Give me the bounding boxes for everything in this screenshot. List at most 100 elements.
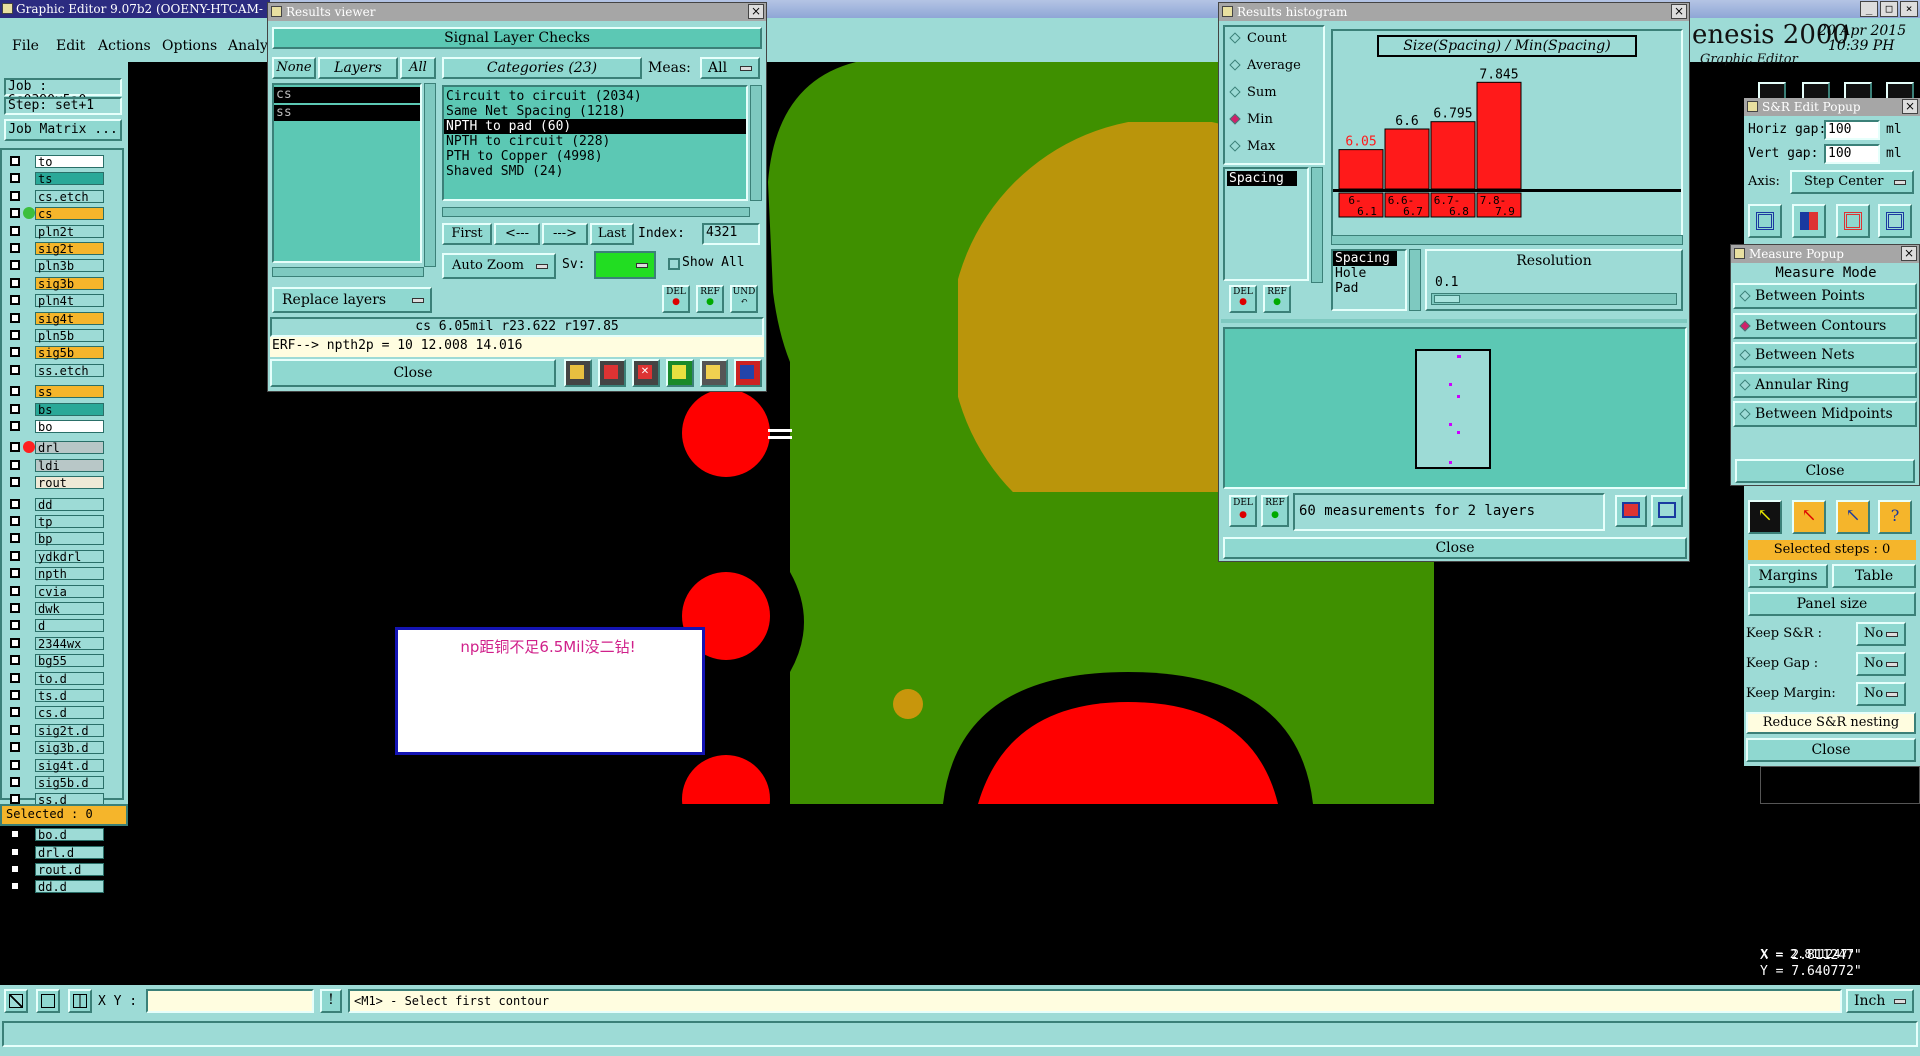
layer-name[interactable]: pln2t — [35, 224, 104, 238]
layer-checkbox[interactable] — [10, 672, 20, 683]
layer-checkbox[interactable] — [10, 208, 20, 219]
category-item[interactable]: Circuit to circuit (2034) — [444, 89, 746, 104]
radio-icon[interactable] — [1229, 59, 1241, 71]
pointer-icon[interactable]: ↖ — [1748, 500, 1782, 534]
layer-checkbox[interactable] — [10, 881, 20, 892]
layer-checkbox[interactable] — [10, 846, 20, 857]
measure-icon[interactable] — [36, 989, 60, 1013]
layer-name[interactable]: drl.d — [35, 845, 104, 859]
spacing-list-item[interactable]: Spacing — [1227, 171, 1297, 186]
layer-name[interactable]: dd.d — [35, 880, 104, 894]
unit-select[interactable]: Inch — [1846, 989, 1914, 1013]
menu-analysis[interactable]: Analy — [228, 38, 268, 54]
layer-checkbox[interactable] — [10, 585, 20, 596]
layer-name[interactable]: cvia — [35, 584, 104, 598]
preview-del-button[interactable]: DEL ● — [1229, 495, 1257, 527]
layer-row-2344wx[interactable]: 2344wx — [8, 636, 104, 651]
grid-red-icon[interactable] — [1792, 204, 1826, 238]
zoom-to-icon[interactable] — [1615, 495, 1647, 527]
histogram-icon[interactable] — [734, 359, 762, 387]
radio-icon[interactable] — [1229, 140, 1241, 152]
layer-checkbox[interactable] — [10, 477, 20, 488]
layer-name[interactable]: drl — [35, 441, 104, 455]
layer-row-to[interactable]: to — [8, 154, 104, 169]
hist-ref-button[interactable]: REF ● — [1263, 285, 1291, 313]
xy-input[interactable] — [146, 989, 314, 1013]
layer-row-pln3b[interactable]: pln3b — [8, 258, 104, 273]
index-input[interactable]: 4321 — [702, 223, 760, 245]
layer-checkbox[interactable] — [10, 777, 20, 787]
layer-checkbox[interactable] — [10, 277, 20, 288]
command-line[interactable] — [2, 1021, 1918, 1047]
layer-row-bo[interactable]: bo — [8, 419, 104, 434]
hgap-input[interactable]: 100 — [1824, 120, 1880, 140]
layer-row-sig4t[interactable]: sig4t — [8, 311, 104, 326]
layer-row-ss-etch[interactable]: ss.etch — [8, 363, 104, 378]
preview-ref-button[interactable]: REF ● — [1261, 495, 1289, 527]
layer-row-pln5b[interactable]: pln5b — [8, 328, 104, 343]
radio-icon[interactable] — [1739, 349, 1751, 361]
tool-icon-2[interactable] — [598, 359, 626, 387]
tool-icon-4[interactable] — [666, 359, 694, 387]
layer-checkbox[interactable] — [10, 295, 20, 306]
histogram-bar[interactable] — [1384, 128, 1430, 190]
layer-row-ydkdrl[interactable]: ydkdrl — [8, 549, 104, 564]
layer-row-tp[interactable]: tp — [8, 514, 104, 529]
histogram-mode-average[interactable]: Average — [1229, 58, 1301, 73]
show-all-checkbox[interactable] — [668, 258, 680, 270]
layer-row-ts[interactable]: ts — [8, 171, 104, 186]
measure-mode-between-contours[interactable]: Between Contours — [1733, 312, 1917, 339]
menu-edit[interactable]: Edit — [56, 38, 85, 54]
layer-checkbox[interactable] — [10, 312, 20, 323]
next-button[interactable]: ---> — [542, 223, 588, 245]
layer-row-rout[interactable]: rout — [8, 475, 104, 490]
layer-list-hscroll[interactable] — [272, 267, 424, 277]
layer-row-pln2t[interactable]: pln2t — [8, 224, 104, 239]
layer-row-ts-d[interactable]: ts.d — [8, 688, 104, 703]
hist-del-button[interactable]: DEL ● — [1229, 285, 1257, 313]
layer-checkbox[interactable] — [10, 568, 20, 579]
layer-name[interactable]: sig5b — [35, 346, 104, 360]
layer-row-cs[interactable]: cs — [8, 206, 104, 221]
menu-options[interactable]: Options — [162, 38, 217, 54]
category-item[interactable]: PTH to Copper (4998) — [444, 149, 746, 164]
measure-mode-annular-ring[interactable]: Annular Ring — [1733, 371, 1917, 398]
layer-name[interactable]: rout — [35, 476, 104, 490]
layer-row-ss[interactable]: ss — [8, 384, 104, 399]
layer-name[interactable]: rout.d — [35, 863, 104, 877]
keep-gap-select[interactable]: No — [1856, 652, 1906, 676]
layer-checkbox[interactable] — [10, 260, 20, 271]
results-viewer-titlebar[interactable]: Results viewer × — [268, 3, 766, 21]
query-icon[interactable]: ? — [1878, 500, 1912, 534]
measure-titlebar[interactable]: Measure Popup × — [1731, 245, 1919, 263]
layer-checkbox[interactable] — [10, 742, 20, 753]
histogram-mode-sum[interactable]: Sum — [1229, 85, 1277, 100]
layer-row-bo-d[interactable]: bo.d — [8, 827, 104, 842]
layer-checkbox[interactable] — [10, 864, 20, 874]
layer-row-sig3b[interactable]: sig3b — [8, 276, 104, 291]
layer-name[interactable]: ts.d — [35, 689, 104, 703]
layer-name[interactable]: sig3b — [35, 276, 104, 290]
radio-icon[interactable] — [1229, 113, 1241, 125]
layer-row-sig3b-d[interactable]: sig3b.d — [8, 740, 104, 755]
category-item[interactable]: Same Net Spacing (1218) — [444, 104, 746, 119]
layer-row-sig5b[interactable]: sig5b — [8, 345, 104, 360]
zoom-fit-icon[interactable] — [1651, 495, 1683, 527]
replace-layers-select[interactable]: Replace layers — [272, 287, 432, 313]
layer-result-list[interactable]: cs ss — [272, 83, 422, 263]
prev-button[interactable]: <--- — [494, 223, 540, 245]
type-scrollbar[interactable] — [1409, 249, 1421, 311]
layer-name[interactable]: npth — [35, 567, 104, 581]
snr-close-button[interactable]: Close — [1746, 738, 1916, 762]
move-icon[interactable]: ↖ — [1836, 500, 1870, 534]
layer-checkbox[interactable] — [10, 243, 20, 253]
layer-name[interactable]: cs.etch — [35, 189, 104, 203]
layer-row-bp[interactable]: bp — [8, 531, 104, 546]
last-button[interactable]: Last — [590, 223, 634, 245]
layer-name[interactable]: cs — [35, 207, 104, 221]
layer-name[interactable]: to — [35, 155, 104, 169]
layer-checkbox[interactable] — [10, 794, 20, 805]
snr-titlebar[interactable]: S&R Edit Popup × — [1744, 98, 1920, 116]
layer-checkbox[interactable] — [10, 386, 20, 397]
layer-name[interactable]: dwk — [35, 602, 104, 616]
